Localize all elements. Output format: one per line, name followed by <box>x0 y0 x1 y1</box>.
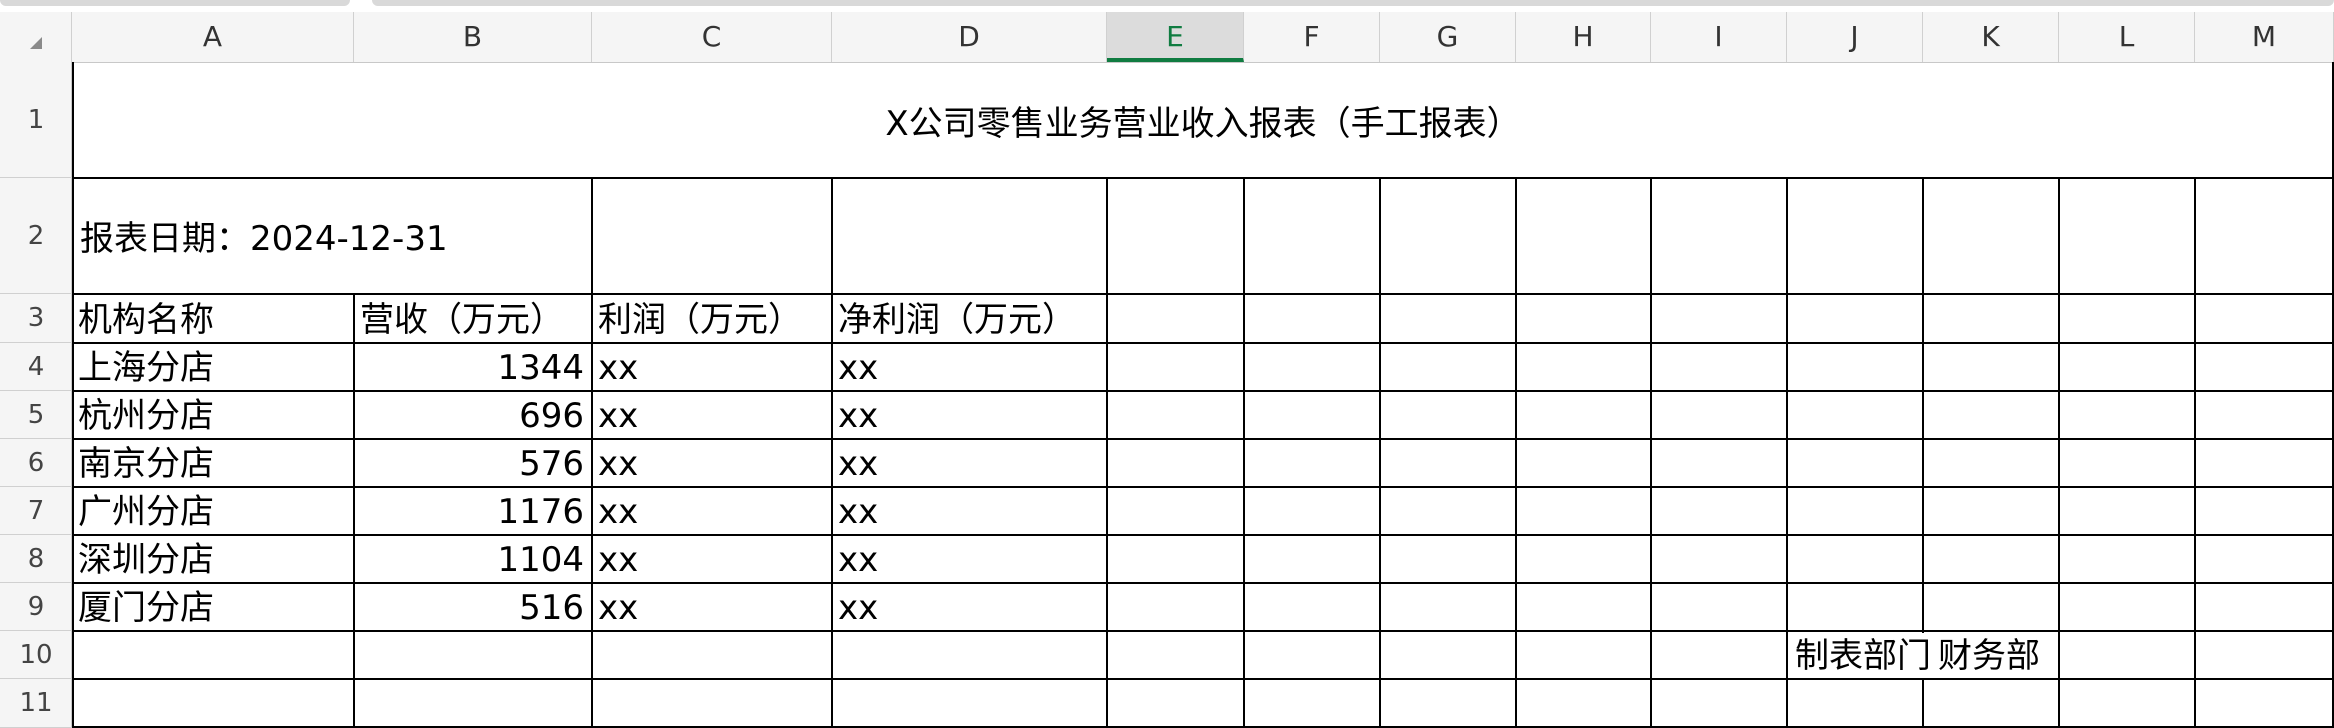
profit-cell[interactable]: xx <box>598 536 638 584</box>
branch-name-cell[interactable]: 深圳分店 <box>78 536 214 584</box>
branch-name-cell[interactable]: 广州分店 <box>78 488 214 536</box>
header-net-profit[interactable]: 净利润（万元） <box>838 296 1076 344</box>
branch-name-cell[interactable]: 南京分店 <box>78 440 214 488</box>
header-branch[interactable]: 机构名称 <box>78 296 214 344</box>
revenue-cell[interactable]: 1344 <box>354 344 584 392</box>
sheet-tab-shape <box>0 0 350 6</box>
row-header-9[interactable]: 9 <box>0 583 72 631</box>
footer-value-cell[interactable]: 财务部 <box>1938 632 2040 680</box>
net-profit-cell[interactable]: xx <box>838 440 878 488</box>
column-header-i[interactable]: I <box>1651 12 1787 62</box>
revenue-cell[interactable]: 1176 <box>354 488 584 536</box>
column-header-a[interactable]: A <box>72 12 354 62</box>
profit-cell[interactable]: xx <box>598 488 638 536</box>
formula-bar-shape <box>372 0 2334 6</box>
report-title[interactable]: X公司零售业务营业收入报表（手工报表） <box>72 62 2334 178</box>
column-header-j[interactable]: J <box>1787 12 1923 62</box>
revenue-cell[interactable]: 1104 <box>354 536 584 584</box>
column-header-k[interactable]: K <box>1923 12 2059 62</box>
column-header-e[interactable]: E <box>1107 12 1244 62</box>
row-header-2[interactable]: 2 <box>0 178 72 294</box>
profit-cell[interactable]: xx <box>598 344 638 392</box>
column-header-c[interactable]: C <box>592 12 832 62</box>
row-header-5[interactable]: 5 <box>0 391 72 439</box>
row-header-10[interactable]: 10 <box>0 631 72 679</box>
net-profit-cell[interactable]: xx <box>838 392 878 440</box>
select-all-icon <box>30 37 42 49</box>
column-header-m[interactable]: M <box>2195 12 2334 62</box>
profit-cell[interactable]: xx <box>598 392 638 440</box>
revenue-cell[interactable]: 696 <box>354 392 584 440</box>
net-profit-cell[interactable]: xx <box>838 536 878 584</box>
revenue-cell[interactable]: 576 <box>354 440 584 488</box>
column-header-d[interactable]: D <box>832 12 1107 62</box>
column-header-h[interactable]: H <box>1516 12 1651 62</box>
column-header-b[interactable]: B <box>354 12 592 62</box>
branch-name-cell[interactable]: 上海分店 <box>78 344 214 392</box>
report-date-cell[interactable]: 报表日期：2024-12-31 <box>80 215 448 263</box>
column-header-row: ABCDEFGHIJKLM <box>0 12 2334 63</box>
column-header-g[interactable]: G <box>1380 12 1516 62</box>
row-header-column: 1 2 3 4 5 6 7 8 9 10 11 <box>0 62 72 728</box>
header-revenue[interactable]: 营收（万元） <box>360 296 564 344</box>
top-strip <box>0 0 2334 12</box>
row-header-11[interactable]: 11 <box>0 679 72 728</box>
header-profit[interactable]: 利润（万元） <box>598 296 802 344</box>
row-header-4[interactable]: 4 <box>0 343 72 391</box>
profit-cell[interactable]: xx <box>598 584 638 632</box>
revenue-cell[interactable]: 516 <box>354 584 584 632</box>
net-profit-cell[interactable]: xx <box>838 488 878 536</box>
row-header-7[interactable]: 7 <box>0 487 72 535</box>
row-header-6[interactable]: 6 <box>0 439 72 487</box>
footer-label-cell[interactable]: 制表部门 <box>1795 632 1931 680</box>
branch-name-cell[interactable]: 杭州分店 <box>78 392 214 440</box>
row-header-3[interactable]: 3 <box>0 294 72 343</box>
row-header-8[interactable]: 8 <box>0 535 72 583</box>
net-profit-cell[interactable]: xx <box>838 344 878 392</box>
row-header-1[interactable]: 1 <box>0 62 72 178</box>
column-header-f[interactable]: F <box>1244 12 1380 62</box>
select-all-corner[interactable] <box>0 12 72 62</box>
branch-name-cell[interactable]: 厦门分店 <box>78 584 214 632</box>
column-header-l[interactable]: L <box>2059 12 2195 62</box>
net-profit-cell[interactable]: xx <box>838 584 878 632</box>
profit-cell[interactable]: xx <box>598 440 638 488</box>
